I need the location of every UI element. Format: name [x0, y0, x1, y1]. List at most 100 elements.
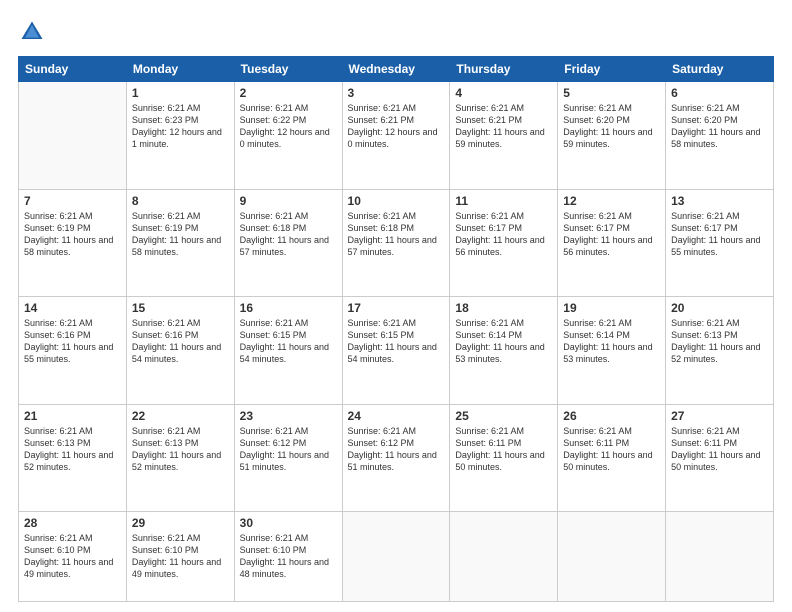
day-number: 3	[348, 86, 445, 100]
calendar-cell	[450, 512, 558, 602]
calendar-cell: 29Sunrise: 6:21 AMSunset: 6:10 PMDayligh…	[126, 512, 234, 602]
calendar-week-4: 21 Sunrise: 6:21 AMSunset: 6:13 PMDayligh…	[19, 404, 774, 512]
calendar-cell: 8 Sunrise: 6:21 AMSunset: 6:19 PMDaylight…	[126, 189, 234, 297]
day-info: Sunrise: 6:21 AMSunset: 6:13 PMDaylight:…	[671, 317, 768, 366]
calendar-cell: 15 Sunrise: 6:21 AMSunset: 6:16 PMDayligh…	[126, 297, 234, 405]
calendar-cell	[342, 512, 450, 602]
calendar-body: 1Sunrise: 6:21 AMSunset: 6:23 PMDaylight…	[19, 82, 774, 602]
day-number: 10	[348, 194, 445, 208]
day-info: Sunrise: 6:21 AMSunset: 6:11 PMDaylight:…	[671, 425, 768, 474]
day-number: 6	[671, 86, 768, 100]
calendar-cell: 21 Sunrise: 6:21 AMSunset: 6:13 PMDayligh…	[19, 404, 127, 512]
calendar-cell: 24Sunrise: 6:21 AMSunset: 6:12 PMDayligh…	[342, 404, 450, 512]
day-number: 13	[671, 194, 768, 208]
day-number: 17	[348, 301, 445, 315]
calendar-cell: 4 Sunrise: 6:21 AMSunset: 6:21 PMDaylight…	[450, 82, 558, 190]
day-number: 2	[240, 86, 337, 100]
weekday-header-sunday: Sunday	[19, 57, 127, 82]
calendar-cell: 5 Sunrise: 6:21 AMSunset: 6:20 PMDaylight…	[558, 82, 666, 190]
header	[18, 18, 774, 46]
calendar: SundayMondayTuesdayWednesdayThursdayFrid…	[18, 56, 774, 602]
calendar-cell: 26Sunrise: 6:21 AMSunset: 6:11 PMDayligh…	[558, 404, 666, 512]
day-info: Sunrise: 6:21 AMSunset: 6:11 PMDaylight:…	[455, 425, 552, 474]
day-info: Sunrise: 6:21 AMSunset: 6:16 PMDaylight:…	[132, 317, 229, 366]
logo-icon	[18, 18, 46, 46]
weekday-header-wednesday: Wednesday	[342, 57, 450, 82]
calendar-cell	[666, 512, 774, 602]
calendar-cell: 1Sunrise: 6:21 AMSunset: 6:23 PMDaylight…	[126, 82, 234, 190]
day-number: 21	[24, 409, 121, 423]
calendar-cell: 22 Sunrise: 6:21 AMSunset: 6:13 PMDayligh…	[126, 404, 234, 512]
calendar-week-5: 28 Sunrise: 6:21 AMSunset: 6:10 PMDayligh…	[19, 512, 774, 602]
day-number: 27	[671, 409, 768, 423]
calendar-cell: 17 Sunrise: 6:21 AMSunset: 6:15 PMDayligh…	[342, 297, 450, 405]
calendar-cell: 23 Sunrise: 6:21 AMSunset: 6:12 PMDayligh…	[234, 404, 342, 512]
weekday-header-saturday: Saturday	[666, 57, 774, 82]
day-number: 11	[455, 194, 552, 208]
calendar-week-1: 1Sunrise: 6:21 AMSunset: 6:23 PMDaylight…	[19, 82, 774, 190]
calendar-cell: 30 Sunrise: 6:21 AMSunset: 6:10 PMDayligh…	[234, 512, 342, 602]
calendar-cell: 19 Sunrise: 6:21 AMSunset: 6:14 PMDayligh…	[558, 297, 666, 405]
weekday-header-monday: Monday	[126, 57, 234, 82]
day-info: Sunrise: 6:21 AMSunset: 6:18 PMDaylight:…	[348, 210, 445, 259]
day-info: Sunrise: 6:21 AMSunset: 6:17 PMDaylight:…	[455, 210, 552, 259]
day-info: Sunrise: 6:21 AMSunset: 6:20 PMDaylight:…	[563, 102, 660, 151]
weekday-row: SundayMondayTuesdayWednesdayThursdayFrid…	[19, 57, 774, 82]
calendar-cell: 7Sunrise: 6:21 AMSunset: 6:19 PMDaylight…	[19, 189, 127, 297]
day-number: 19	[563, 301, 660, 315]
day-number: 30	[240, 516, 337, 530]
calendar-cell: 13 Sunrise: 6:21 AMSunset: 6:17 PMDayligh…	[666, 189, 774, 297]
day-info: Sunrise: 6:21 AMSunset: 6:16 PMDaylight:…	[24, 317, 121, 366]
day-number: 15	[132, 301, 229, 315]
day-info: Sunrise: 6:21 AMSunset: 6:21 PMDaylight:…	[455, 102, 552, 151]
day-number: 24	[348, 409, 445, 423]
day-info: Sunrise: 6:21 AMSunset: 6:14 PMDaylight:…	[455, 317, 552, 366]
day-info: Sunrise: 6:21 AMSunset: 6:15 PMDaylight:…	[348, 317, 445, 366]
calendar-cell: 9 Sunrise: 6:21 AMSunset: 6:18 PMDaylight…	[234, 189, 342, 297]
day-info: Sunrise: 6:21 AMSunset: 6:13 PMDaylight:…	[24, 425, 121, 474]
weekday-header-thursday: Thursday	[450, 57, 558, 82]
calendar-cell: 28 Sunrise: 6:21 AMSunset: 6:10 PMDayligh…	[19, 512, 127, 602]
day-info: Sunrise: 6:21 AMSunset: 6:13 PMDaylight:…	[132, 425, 229, 474]
day-number: 14	[24, 301, 121, 315]
day-number: 28	[24, 516, 121, 530]
weekday-header-tuesday: Tuesday	[234, 57, 342, 82]
calendar-cell	[19, 82, 127, 190]
day-info: Sunrise: 6:21 AMSunset: 6:17 PMDaylight:…	[671, 210, 768, 259]
day-number: 5	[563, 86, 660, 100]
day-info: Sunrise: 6:21 AMSunset: 6:10 PMDaylight:…	[240, 532, 337, 581]
page: SundayMondayTuesdayWednesdayThursdayFrid…	[0, 0, 792, 612]
day-number: 1	[132, 86, 229, 100]
day-number: 7	[24, 194, 121, 208]
day-info: Sunrise: 6:21 AMSunset: 6:18 PMDaylight:…	[240, 210, 337, 259]
day-number: 29	[132, 516, 229, 530]
calendar-cell: 14 Sunrise: 6:21 AMSunset: 6:16 PMDayligh…	[19, 297, 127, 405]
calendar-cell: 6Sunrise: 6:21 AMSunset: 6:20 PMDaylight…	[666, 82, 774, 190]
day-number: 22	[132, 409, 229, 423]
calendar-cell: 10 Sunrise: 6:21 AMSunset: 6:18 PMDayligh…	[342, 189, 450, 297]
day-number: 12	[563, 194, 660, 208]
day-info: Sunrise: 6:21 AMSunset: 6:21 PMDaylight:…	[348, 102, 445, 151]
day-info: Sunrise: 6:21 AMSunset: 6:14 PMDaylight:…	[563, 317, 660, 366]
calendar-cell: 11 Sunrise: 6:21 AMSunset: 6:17 PMDayligh…	[450, 189, 558, 297]
calendar-cell: 20 Sunrise: 6:21 AMSunset: 6:13 PMDayligh…	[666, 297, 774, 405]
day-number: 9	[240, 194, 337, 208]
day-number: 4	[455, 86, 552, 100]
calendar-table: SundayMondayTuesdayWednesdayThursdayFrid…	[18, 56, 774, 602]
day-info: Sunrise: 6:21 AMSunset: 6:12 PMDaylight:…	[240, 425, 337, 474]
calendar-cell: 16 Sunrise: 6:21 AMSunset: 6:15 PMDayligh…	[234, 297, 342, 405]
day-number: 23	[240, 409, 337, 423]
day-number: 8	[132, 194, 229, 208]
calendar-cell: 12 Sunrise: 6:21 AMSunset: 6:17 PMDayligh…	[558, 189, 666, 297]
day-info: Sunrise: 6:21 AMSunset: 6:19 PMDaylight:…	[132, 210, 229, 259]
day-info: Sunrise: 6:21 AMSunset: 6:11 PMDaylight:…	[563, 425, 660, 474]
calendar-cell: 3 Sunrise: 6:21 AMSunset: 6:21 PMDaylight…	[342, 82, 450, 190]
calendar-week-2: 7 Sunrise: 6:21 AMSunset: 6:19 PMDaylight…	[19, 189, 774, 297]
day-info: Sunrise: 6:21 AMSunset: 6:17 PMDaylight:…	[563, 210, 660, 259]
day-number: 20	[671, 301, 768, 315]
day-info: Sunrise: 6:21 AMSunset: 6:15 PMDaylight:…	[240, 317, 337, 366]
calendar-cell	[558, 512, 666, 602]
weekday-header-friday: Friday	[558, 57, 666, 82]
day-number: 16	[240, 301, 337, 315]
day-info: Sunrise: 6:21 AMSunset: 6:10 PMDaylight:…	[24, 532, 121, 581]
